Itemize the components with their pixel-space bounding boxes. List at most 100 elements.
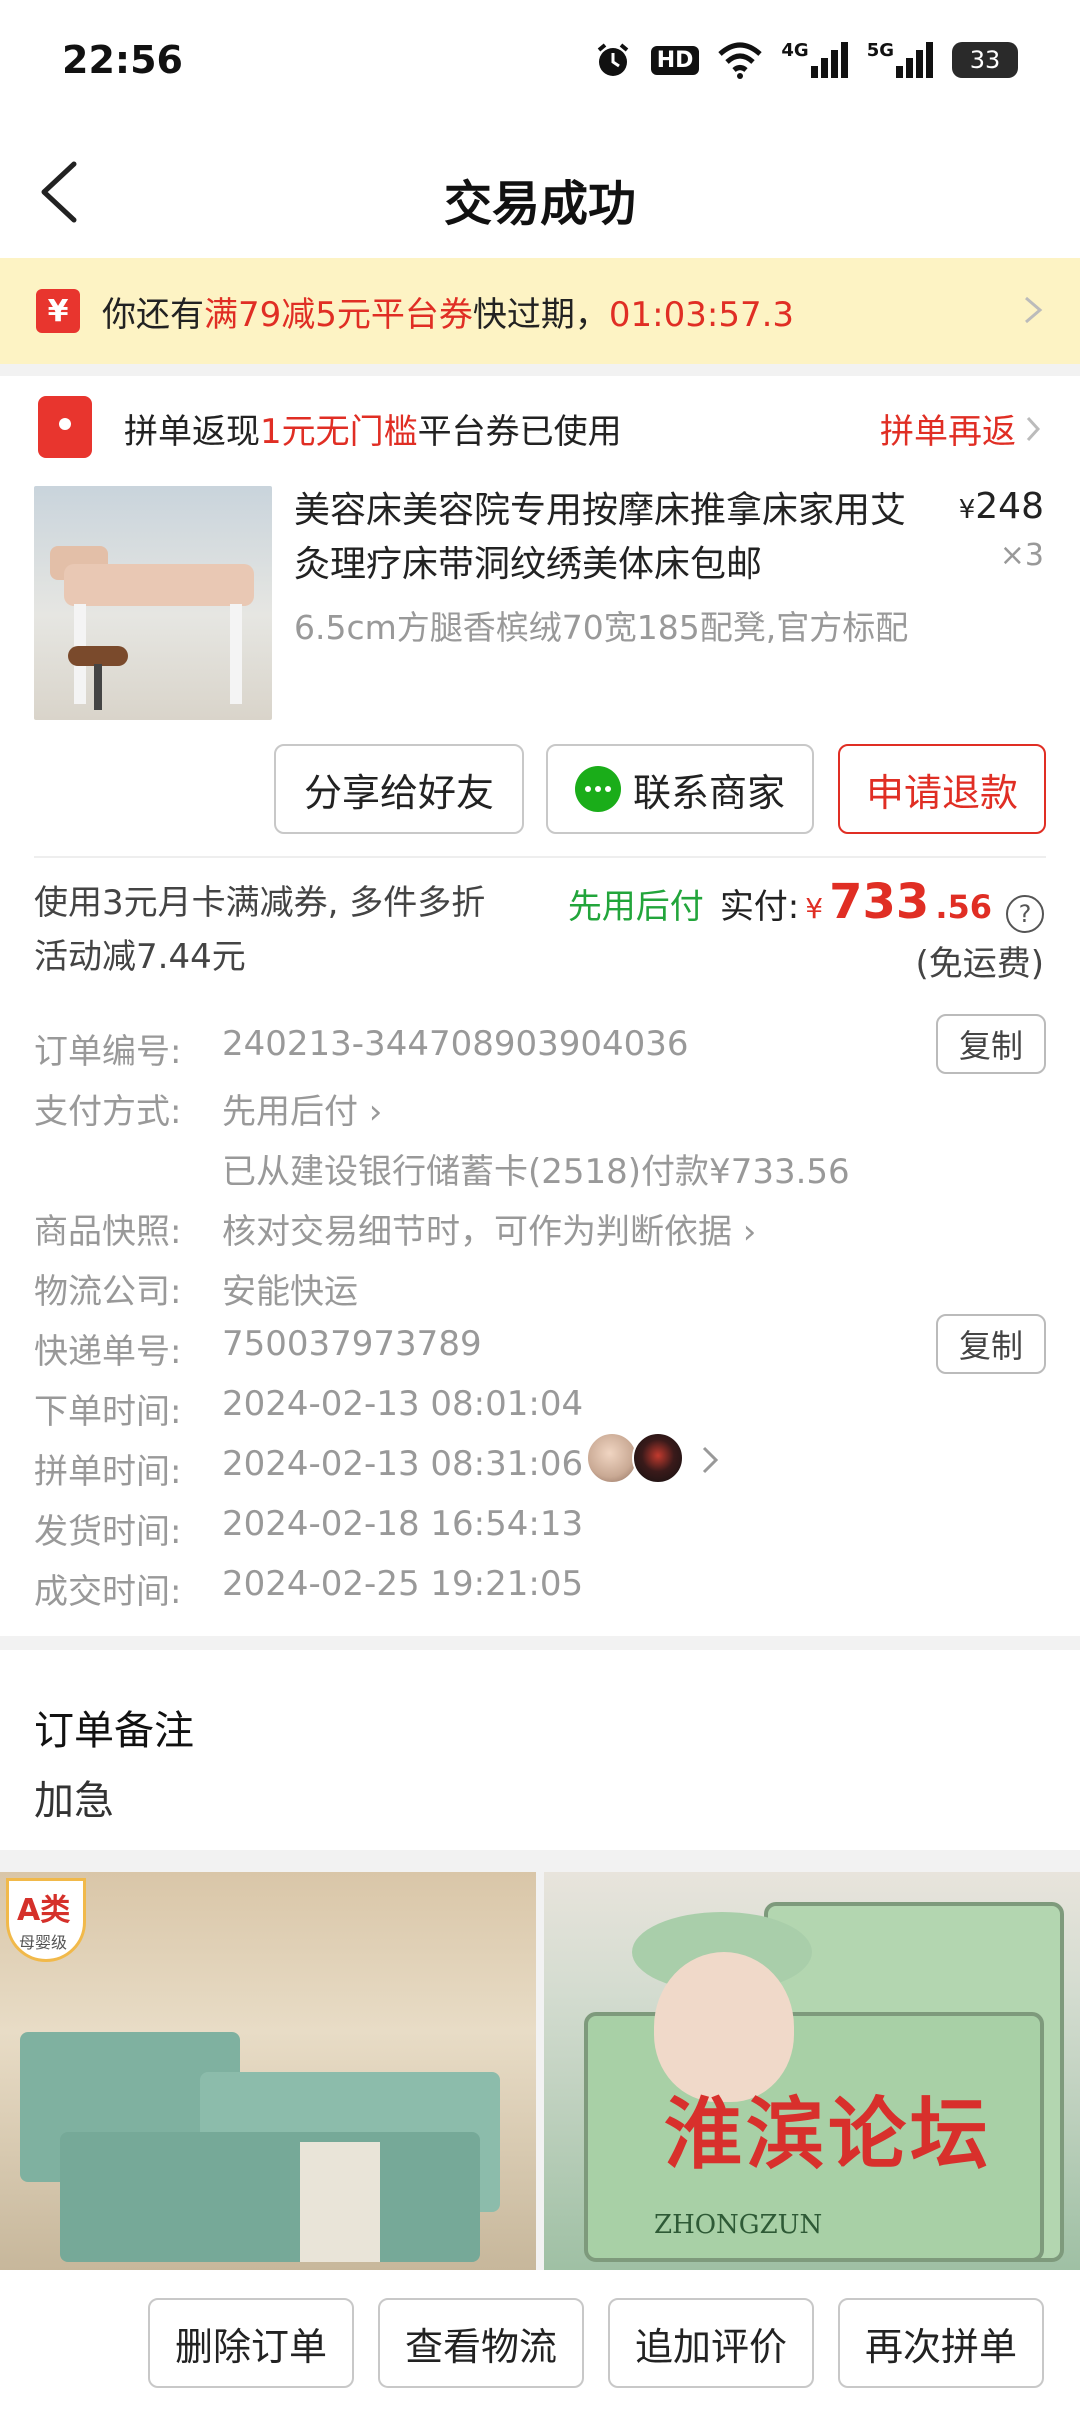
discount-note: 使用3元月卡满减券, 多件多折活动减7.44元 [34,883,486,977]
grade-badge: A类 母婴级 [6,1878,86,1962]
alarm-icon [597,43,628,76]
contact-merchant-button[interactable]: 联系商家 [546,744,814,834]
product-title[interactable]: 美容床美容院专用按摩床推拿床家用艾灸理疗床带洞纹绣美体床包邮 [294,484,914,592]
5g-signal-icon: 5G [867,40,934,80]
coupon-countdown: 01:03:57.3 [608,294,795,335]
pay-later-label: 先用后付 [567,887,704,927]
divider [34,856,1046,858]
price-symbol: ¥ [958,495,976,525]
snapshot-value: 核对交易细节时，可作为判断依据 › [222,1212,757,1252]
done-time-row: 成交时间: 2024-02-25 19:21:05 [34,1564,1046,1624]
rebate-row: 拼单返现1元无门槛平台券已使用 拼单再返 [0,396,1080,466]
delete-order-button[interactable]: 删除订单 [148,2298,354,2388]
snapshot-row[interactable]: 商品快照: 核对交易细节时，可作为判断依据 › [34,1204,1046,1264]
payment-method-label: 支付方式: [34,1092,182,1132]
rebate-again-label: 拼单再返 [880,412,1016,452]
help-icon[interactable]: ? [1006,895,1044,933]
order-card: 拼单返现1元无门槛平台券已使用 拼单再返 美容床美容院专用按摩床推拿床家用艾灸理… [0,376,1080,996]
coupon-badge-icon: ¥ [36,289,80,333]
net-5g-label: 5G [866,40,894,61]
recommended-product-image[interactable]: 淮滨论坛 ZHONGZUN [544,1872,1080,2270]
snapshot-text: 核对交易细节时，可作为判断依据 [222,1212,732,1252]
net-4g-label: 4G [781,40,809,61]
order-details-card: 订单编号: 240213-344708903904036 复制 支付方式: 先用… [0,996,1080,1636]
logistics-row: 物流公司: 安能快运 [34,1264,1046,1324]
grade-badge-main: A类 [17,1893,71,1928]
battery-icon: 33 [952,42,1018,78]
coupon-expiry-banner[interactable]: ¥ 你还有满79减5元平台券快过期，01:03:57.3 [0,258,1080,364]
rebate-highlight: 1元无门槛 [260,412,418,452]
order-time-label: 下单时间: [34,1392,182,1432]
paid-label: 实付: [719,887,800,927]
order-time-value: 2024-02-13 08:01:04 [222,1384,584,1424]
tracking-value: 750037973789 [222,1324,482,1364]
watermark-text: 淮滨论坛 [664,2089,993,2180]
freight-note: (免运费) [915,944,1044,984]
done-time-value: 2024-02-25 19:21:05 [222,1564,584,1604]
status-icons: HD 4G 5G 33 [593,40,1018,80]
logistics-label: 物流公司: [34,1272,182,1312]
chevron-right-icon [1025,296,1043,324]
nav-bar: 交易成功 [0,126,1080,258]
payment-method-text: 先用后付 [222,1092,358,1132]
brand-text: ZHONGZUN [654,2210,823,2240]
logistics-value: 安能快运 [222,1272,358,1312]
rebate-again-link[interactable]: 拼单再返 [880,404,1044,453]
ship-time-value: 2024-02-18 16:54:13 [222,1504,584,1544]
order-notes-card: 订单备注 加急 [0,1650,1080,1850]
tracking-row: 快递单号: 750037973789 复制 [34,1314,1046,1384]
group-time-value: 2024-02-13 08:31:06 [222,1444,584,1484]
payment-method-value: 先用后付 › [222,1092,383,1132]
refund-button[interactable]: 申请退款 [838,744,1046,834]
product-image[interactable] [34,486,272,720]
done-time-label: 成交时间: [34,1572,182,1612]
coupon-banner-text: 你还有满79减5元平台券快过期，01:03:57.3 [102,287,794,336]
add-review-button[interactable]: 追加评价 [608,2298,814,2388]
ship-time-row: 发货时间: 2024-02-18 16:54:13 [34,1504,1046,1564]
payment-method-row[interactable]: 支付方式: 先用后付 › [34,1084,1046,1144]
red-envelope-icon [38,396,92,458]
tracking-label: 快递单号: [34,1332,182,1372]
payment-source-row: 已从建设银行储蓄卡(2518)付款¥733.56 [34,1144,1046,1204]
product-spec: 6.5cm方腿香槟绒70宽185配凳,官方标配 [294,608,909,647]
order-number-row: 订单编号: 240213-344708903904036 复制 [34,1014,1046,1084]
price-value: 248 [975,486,1044,527]
chat-icon [574,766,621,812]
regroup-button[interactable]: 再次拼单 [838,2298,1044,2388]
view-logistics-button[interactable]: 查看物流 [378,2298,584,2388]
rebate-suffix: 平台券已使用 [417,412,622,452]
order-time-row: 下单时间: 2024-02-13 08:01:04 [34,1384,1046,1444]
4g-signal-icon: 4G [781,40,848,80]
coupon-highlight: 满79减5元平台券 [204,294,473,335]
order-number-label: 订单编号: [34,1032,182,1072]
hd-icon: HD [650,40,700,80]
wifi-icon [718,42,763,79]
bottom-action-bar: 删除订单 查看物流 追加评价 再次拼单 [0,2270,1080,2414]
product-price: ¥248 [959,486,1044,527]
group-time-row[interactable]: 拼单时间: 2024-02-13 08:31:06 [34,1432,1046,1504]
avatar [586,1432,638,1484]
chevron-right-icon [702,1446,719,1474]
grade-badge-sub: 母婴级 [19,1933,68,1952]
recommended-product-image[interactable]: A类 母婴级 [0,1872,536,2270]
snapshot-label: 商品快照: [34,1212,182,1252]
coupon-prefix: 你还有 [102,294,204,335]
paid-amount: 733 [829,874,930,930]
paid-amount-row: 先用后付 实付: ¥ 733.56 ? [567,874,1044,933]
ship-time-label: 发货时间: [34,1512,182,1552]
status-time: 22:56 [62,38,183,82]
contact-merchant-label: 联系商家 [632,770,785,815]
payment-source-value: 已从建设银行储蓄卡(2518)付款¥733.56 [222,1152,850,1192]
coupon-suffix: 快过期， [472,294,609,335]
share-button[interactable]: 分享给好友 [274,744,524,834]
copy-order-number-button[interactable]: 复制 [936,1014,1046,1074]
page-title: 交易成功 [443,176,636,232]
product-quantity: ×3 [999,538,1044,573]
group-time-label: 拼单时间: [34,1452,182,1492]
status-bar: 22:56 HD 4G 5G 33 [0,0,1080,126]
order-number-value: 240213-344708903904036 [222,1024,689,1064]
rebate-text: 拼单返现1元无门槛平台券已使用 [124,404,622,453]
notes-title: 订单备注 [34,1708,194,1754]
avatar [632,1432,684,1484]
copy-tracking-button[interactable]: 复制 [936,1314,1046,1374]
